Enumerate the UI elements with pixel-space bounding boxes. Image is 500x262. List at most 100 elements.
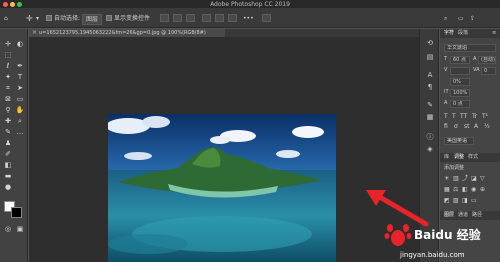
tab-layers[interactable]: 图层 — [444, 212, 454, 219]
align-left-icon[interactable] — [202, 14, 211, 22]
fraction-icon[interactable]: ½ — [484, 123, 490, 130]
type-tool-icon[interactable]: T — [15, 73, 25, 82]
zoom-tool-icon[interactable]: ⌕ — [15, 117, 25, 126]
history-icon[interactable]: ⟲ — [425, 39, 435, 48]
marquee-tool-icon[interactable]: ⬚ — [3, 51, 13, 60]
tool-preset-chevron-icon[interactable]: ▾ — [36, 14, 39, 23]
more-options-icon[interactable]: ••• — [243, 14, 254, 23]
vibrance-icon[interactable]: ▽ — [480, 175, 485, 182]
tab-character[interactable]: 字符 — [444, 30, 454, 37]
faux-bold-icon[interactable]: T — [444, 113, 448, 120]
auto-select-checkbox[interactable]: 自动选择: — [46, 14, 80, 23]
vertical-scale-icon: IT — [444, 89, 449, 95]
curves-icon[interactable]: ⤴ — [462, 175, 468, 182]
show-transform-checkbox[interactable]: 显示变换控件 — [106, 14, 150, 23]
more-tools-icon[interactable]: … — [15, 128, 25, 137]
tab-adjustments[interactable]: 调整 — [454, 154, 464, 161]
eyedropper-tool-icon[interactable]: ⚲ — [3, 106, 13, 115]
baseline-scale-field[interactable]: 0% — [450, 78, 470, 86]
align-bottom-icon[interactable] — [186, 14, 195, 22]
window-title: Adobe Photoshop CC 2019 — [210, 1, 290, 8]
tracking-field[interactable]: 0 — [481, 67, 496, 75]
fi-ligature-icon[interactable]: fi — [444, 123, 448, 130]
path-selection-tool-icon[interactable]: ➤ — [15, 84, 25, 93]
info-icon[interactable]: ⓘ — [425, 133, 435, 142]
ordinal-icon[interactable]: ơ — [454, 123, 458, 130]
workspace-icon[interactable]: ▭ — [458, 14, 464, 23]
font-size-field[interactable]: 60 点 — [450, 56, 470, 64]
kerning-icon: V — [444, 67, 448, 73]
3d-mode-icon[interactable] — [262, 14, 271, 22]
align-right-icon[interactable] — [228, 14, 237, 22]
eraser-tool-icon[interactable]: ◧ — [3, 161, 13, 170]
move-tool-icon[interactable]: ✛ — [3, 40, 13, 49]
brushes-icon[interactable]: ✎ — [425, 101, 435, 110]
all-caps-icon[interactable]: TT — [460, 113, 467, 120]
share-icon[interactable]: ⇪ — [470, 14, 475, 23]
posterize-icon[interactable]: ▨ — [453, 197, 459, 204]
screen-mode-icon[interactable]: ▣ — [15, 225, 25, 234]
frame-tool-icon[interactable]: ⊠ — [3, 95, 13, 104]
swash-icon[interactable]: A — [474, 123, 478, 130]
panel-tabs-top: 字符 段落 ≡ — [440, 29, 500, 38]
brush-tool-icon[interactable]: ✎ — [3, 128, 13, 137]
brightness-icon[interactable]: ☀ — [444, 175, 449, 182]
healing-brush-tool-icon[interactable]: ✚ — [3, 117, 13, 126]
levels-icon[interactable]: ▥ — [453, 175, 459, 182]
lasso-tool-icon[interactable]: ℓ — [3, 62, 13, 71]
photo-filter-icon[interactable]: ◉ — [471, 186, 476, 193]
font-size-icon: T — [444, 56, 448, 62]
tab-paragraph[interactable]: 段落 — [458, 30, 468, 37]
gradient-map-icon[interactable]: ▭ — [471, 197, 477, 204]
gradient-tool-icon[interactable]: ▬ — [3, 172, 13, 181]
channel-mixer-icon[interactable]: ⊕ — [480, 186, 485, 193]
color-balance-icon[interactable]: ⚖ — [453, 186, 458, 193]
exposure-icon[interactable]: ◪ — [471, 175, 477, 182]
rectangle-tool-icon[interactable]: ▭ — [15, 95, 25, 104]
font-family-select[interactable]: 华文琥珀 — [444, 44, 496, 52]
black-white-icon[interactable]: ◧ — [462, 186, 468, 193]
crop-tool-icon[interactable]: ⌗ — [3, 84, 13, 93]
threshold-icon[interactable]: ◨ — [462, 197, 468, 204]
superscript-icon[interactable]: T¹ — [482, 113, 488, 120]
search-icon[interactable]: ⌕ — [444, 14, 447, 23]
character-icon[interactable]: A — [425, 71, 435, 80]
kerning-field[interactable] — [450, 67, 470, 75]
language-select[interactable]: 美国英语 — [444, 137, 474, 145]
auto-select-dropdown[interactable]: 图层 — [82, 14, 103, 25]
faux-italic-icon[interactable]: T — [452, 113, 456, 120]
align-hcenter-icon[interactable] — [215, 14, 224, 22]
document-tab[interactable]: × u=1652123795,1945063222&fm=26&gp=0.jpg… — [29, 29, 225, 37]
home-icon[interactable]: ⌂ — [4, 14, 8, 23]
vertical-scale-field[interactable]: 100% — [450, 89, 470, 97]
hue-saturation-icon[interactable]: ▦ — [444, 186, 450, 193]
tab-libraries[interactable]: 库 — [444, 154, 449, 161]
history-brush-tool-icon[interactable]: ✐ — [3, 150, 13, 159]
align-top-icon[interactable] — [160, 14, 169, 22]
pen-tool-icon[interactable]: ✒ — [15, 62, 25, 71]
tab-paths[interactable]: 路径 — [472, 212, 482, 219]
panel-menu-icon[interactable]: ≡ — [492, 30, 496, 37]
blur-tool-icon[interactable]: ● — [3, 183, 13, 192]
close-tab-icon[interactable]: × — [32, 29, 37, 37]
align-vcenter-icon[interactable] — [173, 14, 182, 22]
dodge-tool-icon[interactable]: ◐ — [15, 40, 25, 49]
paragraph-icon[interactable]: ¶ — [425, 83, 435, 92]
move-tool-icon[interactable]: ✛ — [26, 14, 33, 23]
tab-styles[interactable]: 样式 — [468, 154, 478, 161]
baseline-shift-field[interactable]: 0 点 — [450, 100, 470, 108]
navigator-icon[interactable]: ◈ — [425, 145, 435, 154]
add-adjustment-label: 添加调整 — [444, 165, 465, 171]
leading-field[interactable]: (自动) — [478, 56, 496, 64]
tab-channels[interactable]: 通道 — [458, 212, 468, 219]
swatches-icon[interactable]: ▦ — [425, 113, 435, 122]
background-color-swatch[interactable] — [11, 207, 22, 218]
invert-icon[interactable]: ◩ — [444, 197, 450, 204]
magic-wand-tool-icon[interactable]: ✦ — [3, 73, 13, 82]
clone-stamp-tool-icon[interactable]: ♟ — [3, 139, 13, 148]
small-caps-icon[interactable]: Tr — [472, 113, 477, 120]
properties-icon[interactable]: ▤ — [425, 53, 435, 62]
quick-mask-icon[interactable]: ◎ — [3, 225, 13, 234]
stylistic-icon[interactable]: st — [464, 123, 469, 130]
hand-tool-icon[interactable]: ✋ — [15, 106, 25, 115]
